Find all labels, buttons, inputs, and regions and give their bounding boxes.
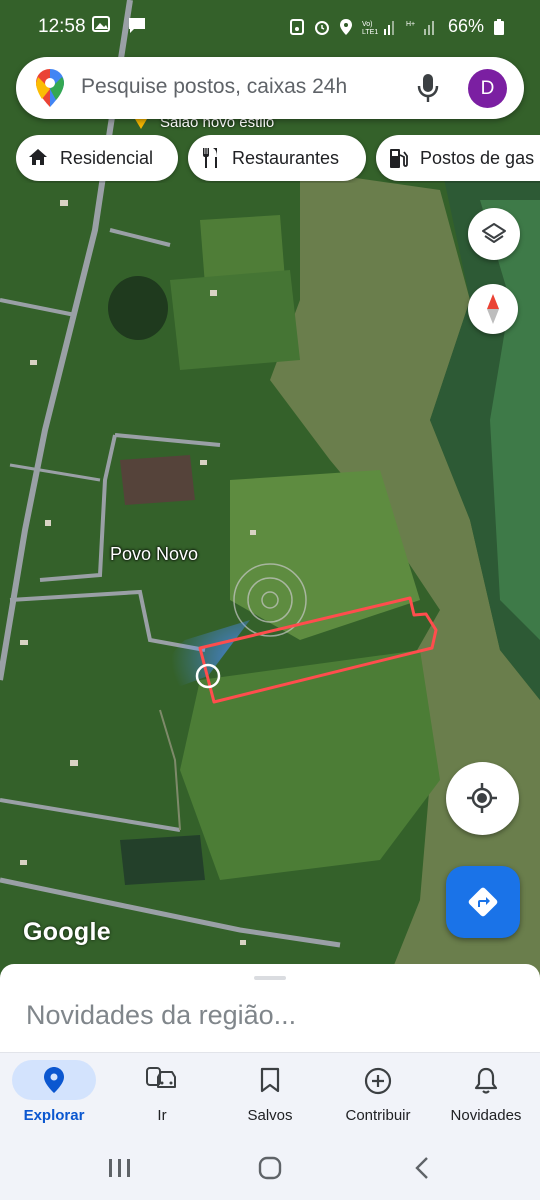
chip-postos-de-gasolina[interactable]: Postos de gas [376,135,540,181]
chip-restaurantes[interactable]: Restaurantes [188,135,366,181]
layers-icon [482,223,506,243]
hplus-signal-icon: H+ [406,20,434,35]
save-icon [289,18,304,35]
nav-salvos[interactable]: Salvos [216,1053,324,1135]
sheet-title: Novidades da região... [26,1000,297,1030]
recent-apps-icon[interactable] [108,1158,132,1178]
chip-label: Residencial [60,148,154,168]
category-chips: Residencial Restaurantes Postos de gas [16,135,540,183]
google-maps-logo-icon [36,69,64,107]
svg-text:H+: H+ [406,21,415,28]
chip-residencial[interactable]: Residencial [16,135,178,181]
layers-button[interactable] [468,208,520,260]
search-bar[interactable]: Pesquise postos, caixas 24h D [16,57,524,119]
system-navigation-bar [0,1134,540,1200]
my-location-button[interactable] [446,762,519,835]
bell-icon [474,1067,498,1094]
svg-text:LTE1: LTE1 [362,29,378,35]
battery-percent: 66% [447,16,484,36]
nav-label: Contribuir [345,1107,411,1124]
nav-label: Ir [157,1107,167,1124]
compass-icon [487,294,499,324]
home-icon [29,149,47,165]
directions-button[interactable] [446,866,520,938]
search-input[interactable]: Pesquise postos, caixas 24h [81,75,347,99]
nav-label: Explorar [23,1107,85,1124]
message-icon [129,18,145,33]
back-icon[interactable] [414,1156,430,1180]
crosshair-location-icon [467,783,497,813]
chip-label: Restaurantes [232,148,340,168]
nav-novidades[interactable]: Novidades [432,1053,540,1135]
alarm-icon [314,20,329,35]
volte-signal-icon: Vo)LTE1 [362,20,394,35]
battery-icon [494,18,504,35]
nav-explorar[interactable]: Explorar [8,1053,116,1135]
restaurant-icon [203,148,217,168]
nav-contribuir[interactable]: Contribuir [324,1053,432,1135]
explore-pin-icon [44,1067,64,1093]
nav-ir[interactable]: Ir [108,1053,216,1135]
bookmark-icon [260,1067,280,1093]
place-label-povo-novo[interactable]: Povo Novo [110,544,198,565]
nav-label: Novidades [450,1107,522,1124]
status-bar: 12:58 Vo) LTE1 H+ 66% [0,0,540,52]
gas-station-icon [390,149,408,168]
image-icon [92,16,110,32]
svg-text:Vo): Vo) [362,21,373,28]
google-attribution: Google [23,918,111,946]
compass-button[interactable] [468,284,518,334]
account-avatar[interactable]: D [468,69,507,108]
status-time: 12:58 [38,16,86,37]
drag-handle[interactable] [254,976,286,980]
microphone-icon[interactable] [414,72,442,104]
bottom-sheet[interactable]: Novidades da região... [0,964,540,1056]
home-button-icon[interactable] [258,1156,282,1180]
car-transit-icon [146,1067,176,1088]
location-icon [339,18,352,35]
chip-label: Postos de gas [420,148,535,168]
bottom-navigation: Explorar Ir Salvos Contribuir Novidades [0,1052,540,1135]
nav-label: Salvos [247,1107,293,1124]
directions-icon [468,887,498,917]
add-circle-icon [364,1067,392,1095]
